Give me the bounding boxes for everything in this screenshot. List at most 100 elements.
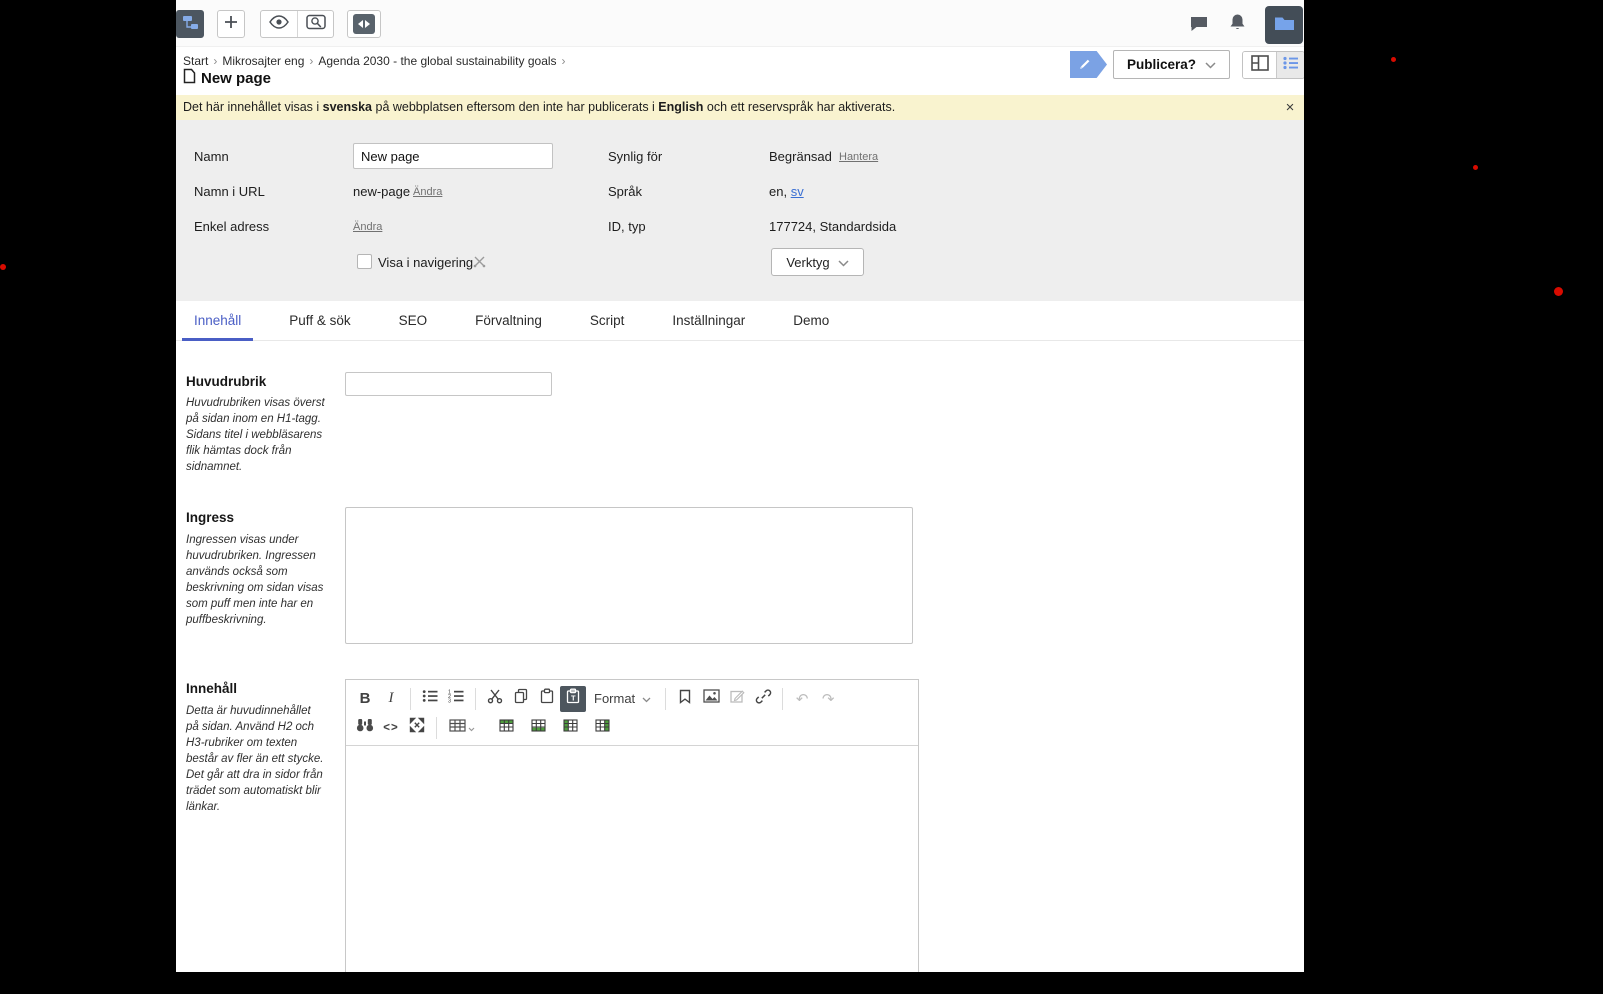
language-value: en, sv	[769, 184, 804, 199]
id-type-label: ID, typ	[608, 219, 646, 234]
site-tree-button[interactable]	[176, 10, 204, 38]
list-icon	[1283, 56, 1299, 75]
name-label: Namn	[194, 149, 229, 164]
layout-view-button[interactable]	[1243, 52, 1276, 78]
numbered-list-icon: 123	[448, 689, 464, 708]
inspect-button[interactable]	[297, 11, 333, 37]
edit-mode-button[interactable]	[1070, 51, 1107, 78]
italic-button[interactable]: I	[378, 686, 404, 712]
add-button[interactable]	[217, 10, 245, 38]
cut-button[interactable]	[482, 686, 508, 712]
tab-script[interactable]: Script	[578, 301, 637, 341]
code-icon: <>	[383, 722, 398, 734]
breadcrumb-item[interactable]: Start	[183, 54, 208, 68]
link-icon	[755, 688, 772, 710]
id-type-value: 177724, Standardsida	[769, 219, 896, 234]
bullet-list-button[interactable]	[417, 686, 443, 712]
rich-text-editor: B I 123 T Format	[345, 679, 919, 972]
change-url-link[interactable]: Ändra	[413, 186, 442, 198]
visible-for-value: Begränsad	[769, 149, 832, 164]
breadcrumb: Start›Mikrosajter eng›Agenda 2030 - the …	[183, 54, 571, 68]
chat-icon[interactable]	[1189, 15, 1209, 37]
preview-button[interactable]	[261, 11, 297, 37]
insert-table-button[interactable]	[443, 715, 481, 741]
tools-label: Verktyg	[786, 255, 829, 270]
tab-seo[interactable]: SEO	[387, 301, 440, 341]
tab-puff-sok[interactable]: Puff & sök	[277, 301, 362, 341]
innehall-description: Detta är huvudinnehållet på sidan. Använ…	[186, 703, 326, 815]
fullscreen-button[interactable]	[404, 715, 430, 741]
clipboard-icon	[539, 688, 555, 709]
breadcrumb-separator: ›	[304, 54, 318, 68]
bookmark-button[interactable]	[672, 686, 698, 712]
url-name-value: new-page	[353, 184, 410, 199]
document-icon	[183, 68, 196, 89]
page-title: New page	[201, 70, 271, 87]
redo-button[interactable]: ↷	[815, 686, 841, 712]
sv-language-link[interactable]: sv	[791, 184, 804, 199]
scissors-icon	[487, 688, 503, 709]
copy-button[interactable]	[508, 686, 534, 712]
compare-button[interactable]	[347, 10, 381, 38]
breadcrumb-item[interactable]: Agenda 2030 - the global sustainability …	[318, 54, 556, 68]
format-dropdown[interactable]: Format	[586, 686, 659, 712]
compare-arrows-icon	[353, 14, 375, 34]
table-icon	[449, 719, 466, 737]
undo-icon: ↶	[796, 690, 809, 708]
table-insert-col-after-button[interactable]	[589, 715, 615, 741]
show-in-nav-checkbox[interactable]	[357, 254, 372, 269]
panel-toggle-group	[1242, 51, 1304, 79]
tab-forvaltning[interactable]: Förvaltning	[463, 301, 554, 341]
add-icon	[223, 14, 239, 35]
ingress-textarea[interactable]	[345, 507, 913, 644]
tools-dropdown[interactable]: Verktyg	[771, 248, 864, 276]
bell-icon[interactable]	[1229, 13, 1246, 37]
cms-window: Start›Mikrosajter eng›Agenda 2030 - the …	[176, 0, 1304, 972]
table-insert-row-after-icon	[531, 719, 546, 737]
table-insert-col-before-button[interactable]	[557, 715, 583, 741]
red-artifact-dot	[1473, 165, 1478, 170]
rte-content-area[interactable]	[346, 746, 918, 972]
tab-bar: Innehåll Puff & sök SEO Förvaltning Scri…	[176, 301, 1304, 341]
show-in-nav-label: Visa i navigering	[378, 255, 473, 270]
chevron-down-icon	[642, 691, 651, 706]
change-simple-address-link[interactable]: Ändra	[353, 221, 382, 233]
table-insert-row-after-button[interactable]	[525, 715, 551, 741]
binoculars-icon	[356, 718, 374, 737]
bold-button[interactable]: B	[352, 686, 378, 712]
redo-icon: ↷	[822, 690, 835, 708]
find-replace-button[interactable]	[352, 715, 378, 741]
insert-image-button[interactable]	[698, 686, 724, 712]
undo-button[interactable]: ↶	[789, 686, 815, 712]
tab-installningar[interactable]: Inställningar	[660, 301, 757, 341]
paste-button[interactable]	[534, 686, 560, 712]
ingress-description: Ingressen visas under huvudrubriken. Ing…	[186, 532, 326, 628]
breadcrumb-item[interactable]: Mikrosajter eng	[222, 54, 304, 68]
breadcrumb-separator: ›	[208, 54, 222, 68]
scissors-icon[interactable]	[473, 255, 486, 271]
numbered-list-button[interactable]: 123	[443, 686, 469, 712]
insert-link-button[interactable]	[750, 686, 776, 712]
edit-draft-button[interactable]	[724, 686, 750, 712]
innehall-title: Innehåll	[186, 681, 237, 696]
list-view-button[interactable]	[1276, 52, 1304, 78]
manage-visibility-link[interactable]: Hantera	[839, 151, 878, 163]
source-code-button[interactable]: <>	[378, 715, 404, 741]
table-insert-row-before-button[interactable]	[493, 715, 519, 741]
copy-icon	[513, 688, 529, 709]
close-icon[interactable]: ×	[1280, 95, 1300, 120]
huvudrubrik-input[interactable]	[345, 372, 552, 396]
chevron-down-icon	[468, 719, 475, 737]
url-name-label: Namn i URL	[194, 184, 265, 199]
pencil-icon	[1078, 56, 1091, 74]
files-button[interactable]	[1265, 6, 1303, 44]
tab-innehall[interactable]: Innehåll	[182, 301, 253, 341]
screen: Start›Mikrosajter eng›Agenda 2030 - the …	[0, 0, 1603, 994]
paste-as-text-button[interactable]: T	[560, 686, 586, 712]
tab-content: Huvudrubrik Huvudrubriken visas överst p…	[176, 341, 1304, 972]
name-input[interactable]	[353, 143, 553, 169]
red-artifact-dot	[0, 264, 6, 270]
image-icon	[703, 689, 720, 708]
publish-button[interactable]: Publicera?	[1113, 50, 1230, 79]
tab-demo[interactable]: Demo	[781, 301, 841, 341]
